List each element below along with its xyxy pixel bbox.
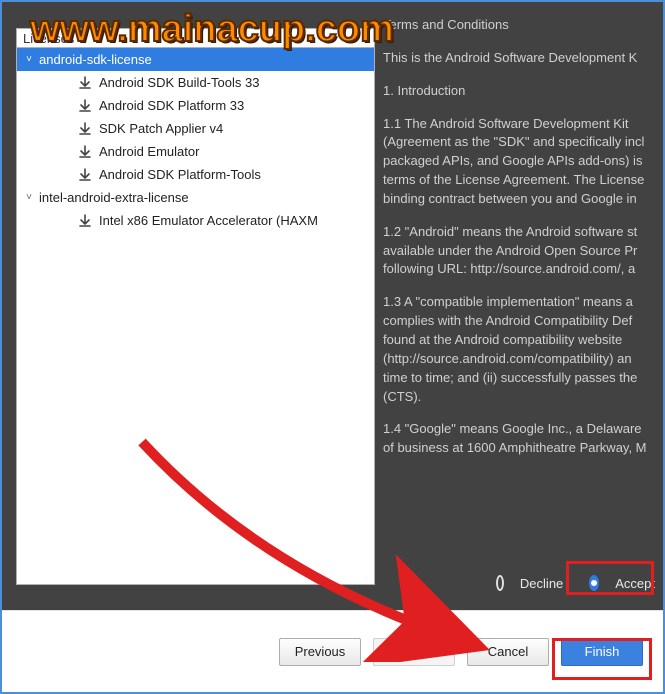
license-agreement-panel: Licenses ˅ android-sdk-license Android SDK… (2, 2, 663, 610)
download-icon (77, 213, 93, 229)
license-item-row[interactable]: Android Emulator (17, 140, 374, 163)
license-item-row[interactable]: Android SDK Platform 33 (17, 94, 374, 117)
license-item-row[interactable]: Android SDK Platform-Tools (17, 163, 374, 186)
terms-heading: Terms and Conditions (383, 16, 649, 35)
license-item-label: Android Emulator (99, 144, 199, 159)
download-icon (77, 98, 93, 114)
license-item-label: Android SDK Platform-Tools (99, 167, 261, 182)
license-tree[interactable]: ˅ android-sdk-license Android SDK Build-To… (16, 47, 375, 585)
decline-label[interactable]: Decline (520, 576, 563, 591)
license-group-label: intel-android-extra-license (39, 190, 189, 205)
wizard-button-bar: Previous Next Cancel Finish (2, 610, 663, 692)
download-icon (77, 121, 93, 137)
next-button: Next (373, 638, 455, 666)
accept-label[interactable]: Accept (615, 576, 655, 591)
terms-intro: This is the Android Software Development… (383, 49, 649, 68)
license-item-label: Android SDK Build-Tools 33 (99, 75, 259, 90)
terms-text: Terms and Conditions This is the Android… (383, 16, 651, 563)
decline-radio[interactable] (496, 575, 504, 591)
download-icon (77, 167, 93, 183)
license-item-row[interactable]: Android SDK Build-Tools 33 (17, 71, 374, 94)
terms-1-1: 1.1 The Android Software Development Kit… (383, 115, 649, 209)
terms-1-3: 1.3 A "compatible implementation" means … (383, 293, 649, 406)
previous-button[interactable]: Previous (279, 638, 361, 666)
license-group-label: android-sdk-license (39, 52, 152, 67)
terms-section-1: 1. Introduction (383, 82, 649, 101)
accept-radio[interactable] (589, 575, 599, 591)
license-item-label: Android SDK Platform 33 (99, 98, 244, 113)
license-item-row[interactable]: Intel x86 Emulator Accelerator (HAXM (17, 209, 374, 232)
download-icon (77, 144, 93, 160)
terms-1-2: 1.2 "Android" means the Android software… (383, 223, 649, 280)
chevron-down-icon[interactable]: ˅ (23, 192, 35, 203)
download-icon (77, 75, 93, 91)
license-radio-group: Decline Accept (386, 566, 655, 600)
finish-button[interactable]: Finish (561, 638, 643, 666)
license-item-row[interactable]: SDK Patch Applier v4 (17, 117, 374, 140)
license-item-label: Intel x86 Emulator Accelerator (HAXM (99, 213, 318, 228)
terms-1-4: 1.4 "Google" means Google Inc., a Delawa… (383, 420, 649, 458)
license-group-row[interactable]: ˅ intel-android-extra-license (17, 186, 374, 209)
licenses-header: Licenses (16, 28, 375, 47)
chevron-down-icon[interactable]: ˅ (23, 54, 35, 65)
license-group-row[interactable]: ˅ android-sdk-license (17, 48, 374, 71)
license-item-label: SDK Patch Applier v4 (99, 121, 223, 136)
cancel-button[interactable]: Cancel (467, 638, 549, 666)
